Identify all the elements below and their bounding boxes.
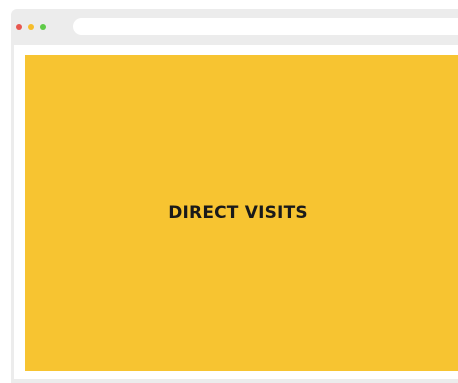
panel-label: DIRECT VISITS (168, 202, 308, 223)
zoom-button[interactable] (40, 24, 46, 30)
close-button[interactable] (16, 24, 22, 30)
address-bar[interactable] (73, 18, 458, 35)
direct-visits-panel: DIRECT VISITS (25, 55, 458, 371)
minimize-button[interactable] (28, 24, 34, 30)
browser-titlebar (11, 9, 458, 45)
page-viewport: DIRECT VISITS (14, 45, 458, 379)
browser-window: DIRECT VISITS (11, 9, 458, 383)
